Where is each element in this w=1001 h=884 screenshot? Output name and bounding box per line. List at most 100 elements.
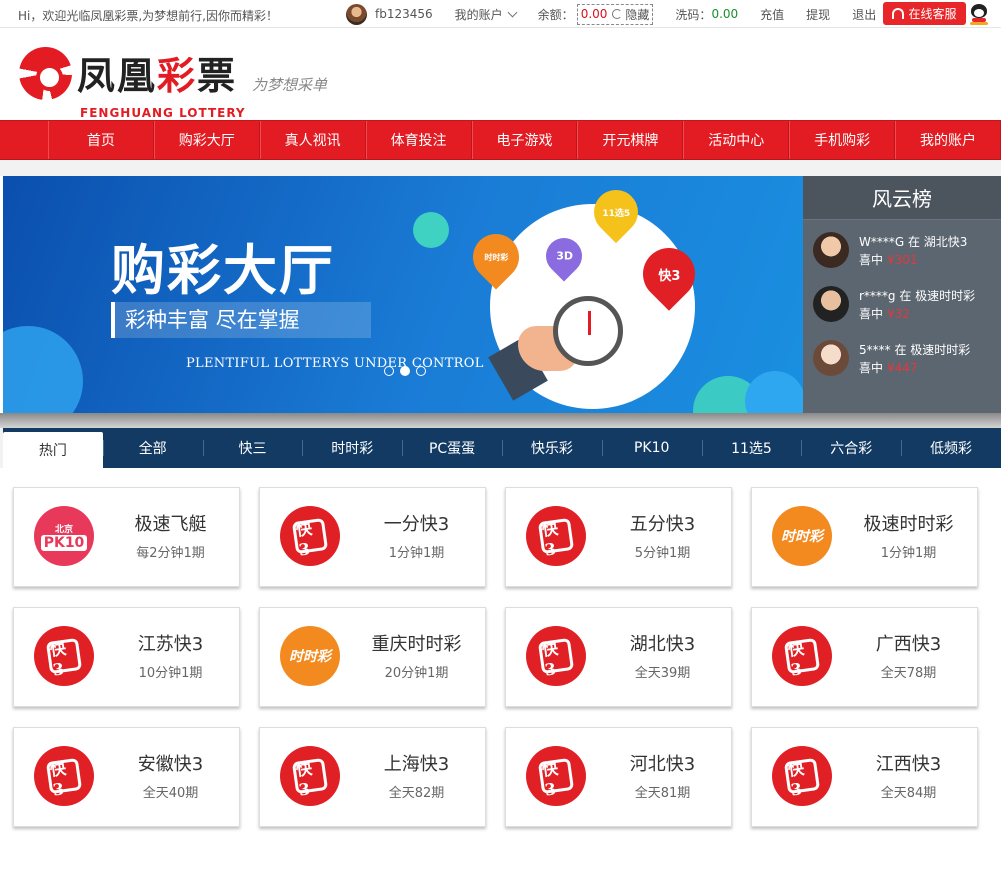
games-grid: 北京 PK10 极速飞艇 每2分钟1期 快3 一分快3 1分钟1期 快3 五分快3 5分钟1期 时时… — [13, 487, 1001, 827]
kuai3-icon: 快3 — [526, 746, 586, 806]
recharge-link[interactable]: 充值 — [760, 6, 784, 23]
winner-info: r****g 在 极速时时彩 — [859, 289, 976, 303]
icon-text: 快3 — [537, 757, 575, 799]
game-period: 20分钟1期 — [384, 666, 449, 681]
winner-info: W****G 在 湖北快3 — [859, 235, 968, 249]
game-card[interactable]: 北京 PK10 极速飞艇 每2分钟1期 — [13, 487, 240, 587]
game-card[interactable]: 时时彩 重庆时时彩 20分钟1期 — [259, 607, 486, 707]
icon-text: 时时彩 — [781, 529, 823, 545]
avatar[interactable] — [346, 3, 367, 25]
game-period: 1分钟1期 — [880, 546, 937, 561]
game-period: 全天81期 — [634, 786, 691, 801]
main-nav: 首页 购彩大厅 真人视讯 体育投注 电子游戏 开元棋牌 活动中心 手机购彩 我的… — [0, 120, 1001, 160]
nav-item-lottery-hall[interactable]: 购彩大厅 — [153, 121, 260, 159]
nav-item-home[interactable]: 首页 — [47, 121, 154, 159]
customer-service-button[interactable]: 在线客服 — [883, 2, 966, 25]
game-period: 10分钟1期 — [138, 666, 203, 681]
banner-title: 购彩大厅 — [111, 239, 335, 302]
won-label: 喜中 — [859, 361, 884, 375]
kuai3-icon: 快3 — [526, 626, 586, 686]
game-card[interactable]: 时时彩 极速时时彩 1分钟1期 — [751, 487, 978, 587]
nav-item-sports[interactable]: 体育投注 — [365, 121, 472, 159]
ssc-icon: 时时彩 — [280, 626, 340, 686]
game-card[interactable]: 快3 一分快3 1分钟1期 — [259, 487, 486, 587]
balance-value: 0.00 — [580, 7, 608, 21]
carousel-dot[interactable] — [416, 366, 426, 376]
winner-amount-line: 喜中 ¥447 — [859, 359, 918, 376]
nav-item-egames[interactable]: 电子游戏 — [471, 121, 578, 159]
banner-carousel[interactable]: 购彩大厅 彩种丰富 尽在掌握 PLENTIFUL LOTTERYS UNDER … — [3, 176, 803, 413]
game-card[interactable]: 快3 湖北快3 全天39期 — [505, 607, 732, 707]
icon-text: 快3 — [45, 637, 83, 679]
game-name: 广西快3 — [875, 634, 942, 655]
tab-ssc[interactable]: 时时彩 — [302, 428, 402, 468]
pin-label: 快3 — [657, 268, 681, 284]
pin-label: 3D — [555, 249, 573, 263]
game-period: 全天78期 — [880, 666, 937, 681]
logo-text-part: 凤凰 — [77, 53, 158, 98]
game-card[interactable]: 快3 上海快3 全天82期 — [259, 727, 486, 827]
carousel-dot[interactable] — [384, 366, 394, 376]
winner-amount-line: 喜中 ¥32 — [859, 305, 910, 322]
won-label: 喜中 — [859, 307, 884, 321]
qq-penguin-icon[interactable] — [970, 4, 988, 25]
refresh-icon[interactable] — [612, 9, 623, 19]
icon-text: 快3 — [45, 757, 83, 799]
phoenix-logo-icon[interactable] — [19, 47, 72, 100]
nav-item-activities[interactable]: 活动中心 — [683, 121, 790, 159]
icon-text-top: 北京 — [54, 524, 73, 535]
tab-hot[interactable]: 热门 — [3, 432, 103, 468]
icon-text: 时时彩 — [289, 649, 331, 665]
icon-text: 快3 — [291, 757, 329, 799]
hide-balance-button[interactable]: 隐藏 — [625, 6, 649, 23]
withdraw-link[interactable]: 提现 — [806, 6, 830, 23]
game-name: 河北快3 — [629, 754, 696, 775]
banner-english: PLENTIFUL LOTTERYS UNDER CONTROL — [186, 356, 484, 371]
nav-item-my-account[interactable]: 我的账户 — [895, 121, 1001, 159]
icon-text: 快3 — [291, 517, 329, 559]
winner-amount: ¥301 — [887, 253, 918, 267]
headset-icon — [892, 8, 905, 19]
game-name: 江苏快3 — [137, 634, 204, 655]
balance-box[interactable]: 0.00 隐藏 — [576, 3, 654, 25]
game-period: 每2分钟1期 — [136, 546, 205, 561]
game-card[interactable]: 快3 江苏快3 10分钟1期 — [13, 607, 240, 707]
nav-item-mobile[interactable]: 手机购彩 — [789, 121, 896, 159]
account-menu-label: 我的账户 — [454, 7, 503, 22]
tab-all[interactable]: 全部 — [102, 428, 203, 468]
game-name: 一分快3 — [383, 514, 450, 535]
list-item: W****G 在 湖北快3 喜中 ¥301 — [803, 220, 1001, 274]
nav-item-live-casino[interactable]: 真人视讯 — [259, 121, 366, 159]
game-card[interactable]: 快3 安徽快3 全天40期 — [13, 727, 240, 827]
chevron-down-icon — [507, 7, 518, 17]
nav-item-chess[interactable]: 开元棋牌 — [577, 121, 684, 159]
game-card[interactable]: 快3 河北快3 全天81期 — [505, 727, 732, 827]
lottery-category-tabs: 热门 全部 快三 时时彩 PC蛋蛋 快乐彩 PK10 11选5 六合彩 低频彩 — [3, 428, 1001, 468]
game-card[interactable]: 快3 江西快3 全天84期 — [751, 727, 978, 827]
game-card[interactable]: 快3 广西快3 全天78期 — [751, 607, 978, 707]
top-bar: Hi，欢迎光临凤凰彩票,为梦想前行,因你而精彩！ fb123456 我的账户 余… — [0, 0, 1001, 28]
icon-text: 快3 — [783, 637, 821, 679]
welcome-text: Hi，欢迎光临凤凰彩票,为梦想前行,因你而精彩！ — [18, 9, 278, 23]
tab-lhc[interactable]: 六合彩 — [801, 428, 901, 468]
game-period: 全天84期 — [880, 786, 937, 801]
account-menu[interactable]: 我的账户 — [454, 6, 518, 23]
kuai3-icon: 快3 — [772, 746, 832, 806]
tab-kuai3[interactable]: 快三 — [202, 428, 303, 468]
avatar — [813, 340, 849, 376]
tab-low-freq[interactable]: 低频彩 — [901, 428, 1001, 468]
carousel-dot-active[interactable] — [400, 366, 410, 376]
tab-pcdd[interactable]: PC蛋蛋 — [402, 428, 502, 468]
logo-text[interactable]: 凤凰彩票 — [77, 45, 237, 100]
game-card[interactable]: 快3 五分快3 5分钟1期 — [505, 487, 732, 587]
game-name: 湖北快3 — [629, 634, 696, 655]
logo-text-highlight: 彩 — [157, 53, 198, 98]
tab-11x5[interactable]: 11选5 — [701, 428, 802, 468]
game-name: 江西快3 — [875, 754, 942, 775]
kuai3-icon: 快3 — [280, 506, 340, 566]
username[interactable]: fb123456 — [375, 7, 433, 21]
winner-amount: ¥32 — [887, 307, 910, 321]
tab-pk10[interactable]: PK10 — [601, 428, 702, 468]
tab-klc[interactable]: 快乐彩 — [501, 428, 602, 468]
logout-link[interactable]: 退出 — [852, 6, 876, 23]
